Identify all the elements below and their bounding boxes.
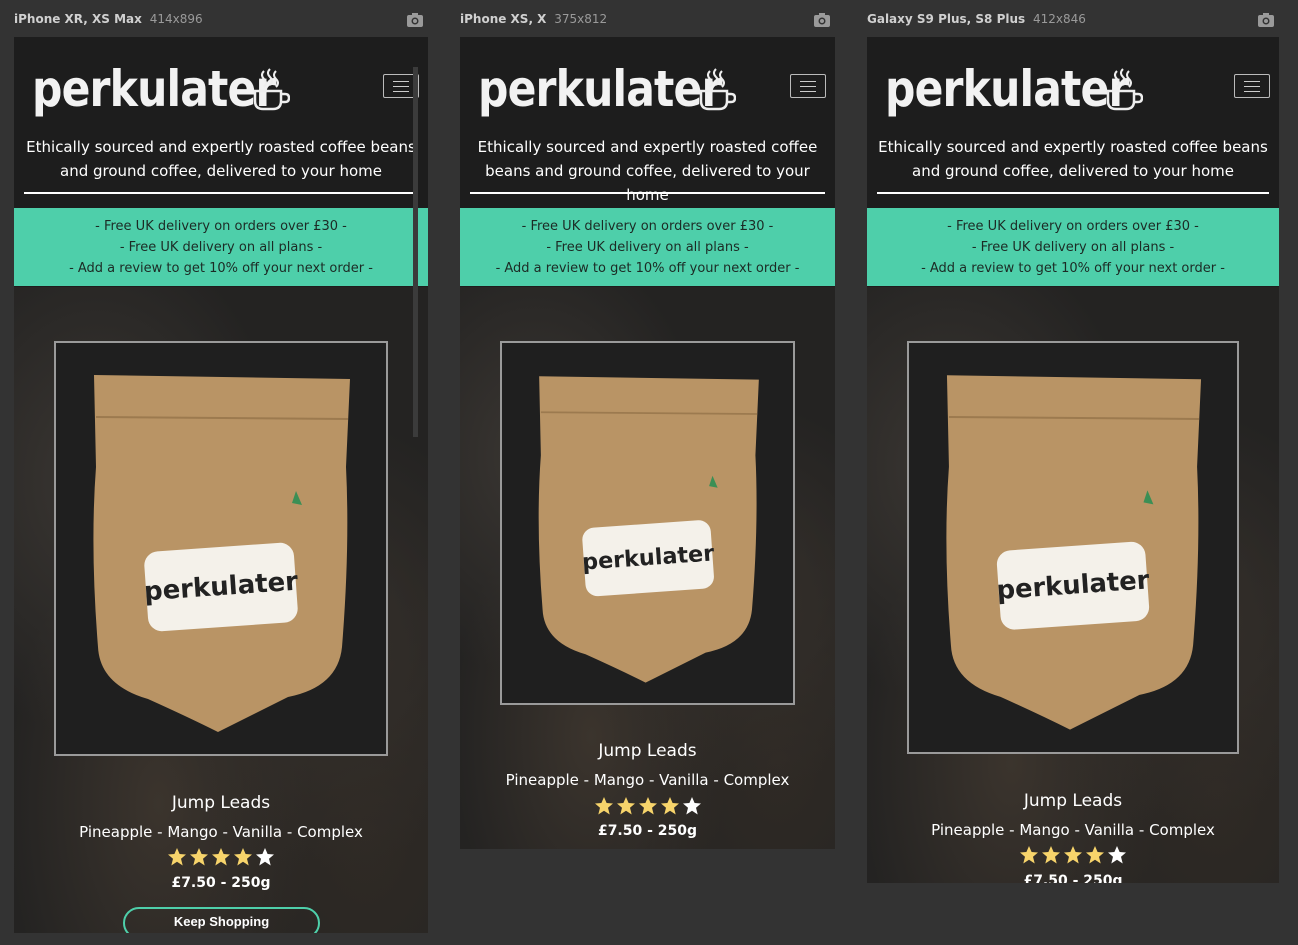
promo-line: - Add a review to get 10% off your next … [69, 261, 373, 276]
hamburger-menu-icon[interactable] [1234, 74, 1270, 98]
star-icon [1020, 846, 1038, 864]
star-icon [1064, 846, 1082, 864]
star-icon [168, 848, 186, 866]
device-size: 412x846 [1033, 12, 1086, 26]
star-icon [638, 797, 657, 815]
device-size: 414x896 [149, 12, 203, 26]
hamburger-menu-icon[interactable] [790, 74, 826, 98]
product-tasting-notes: Pineapple - Mango - Vanilla - Complex [931, 821, 1215, 839]
star-icon [256, 848, 274, 866]
coffee-cup-icon [1106, 68, 1143, 111]
site-header: perkulater Ethically sourced and expertl… [867, 37, 1279, 207]
divider [24, 192, 416, 194]
star-icon [616, 797, 635, 815]
camera-icon[interactable] [813, 12, 831, 28]
camera-icon[interactable] [1257, 12, 1275, 28]
promo-line: - Free UK delivery on all plans - [971, 240, 1175, 255]
promo-line: - Free UK delivery on all plans - [119, 240, 323, 255]
star-icon [1086, 846, 1104, 864]
device-screen: perkulater Ethically sourced and expertl… [867, 37, 1279, 883]
device-name: iPhone XR, XS Max [14, 12, 142, 26]
star-icon [660, 797, 679, 815]
promo-line: - Add a review to get 10% off your next … [495, 261, 800, 276]
device-label: iPhone XR, XS Max 414x896 [14, 12, 203, 30]
product-name[interactable]: Jump Leads [14, 793, 428, 813]
product-rating [14, 847, 428, 867]
coffee-cup-icon [699, 68, 736, 111]
site-tagline: Ethically sourced and expertly roasted c… [26, 138, 416, 180]
keep-shopping-button[interactable]: Keep Shopping [123, 907, 320, 933]
product-image-frame[interactable]: perkulater [907, 341, 1239, 754]
scrollbar[interactable] [413, 67, 418, 437]
promo-banner: - Free UK delivery on orders over £30 - … [867, 208, 1279, 286]
product-price: £7.50 - 250g [171, 875, 271, 891]
site-logo[interactable]: perkulater [885, 59, 1129, 119]
star-icon [190, 848, 208, 866]
camera-icon[interactable] [406, 12, 424, 28]
star-icon [1108, 846, 1126, 864]
divider [470, 192, 825, 194]
promo-line: - Free UK delivery on orders over £30 - [95, 219, 347, 234]
site-logo[interactable]: perkulater [32, 59, 276, 119]
site-logo[interactable]: perkulater [478, 59, 722, 119]
device-screen: perkulater Ethically sourced and expertl… [14, 37, 428, 933]
product-name[interactable]: Jump Leads [867, 791, 1279, 811]
promo-line: - Free UK delivery on orders over £30 - [947, 219, 1199, 234]
device-size: 375x812 [554, 12, 608, 26]
star-icon [594, 797, 613, 815]
product-price: £7.50 - 250g [1023, 873, 1123, 883]
promo-banner: - Free UK delivery on orders over £30 - … [14, 208, 428, 286]
star-icon [682, 797, 701, 815]
coffee-bag-image: perkulater [538, 376, 759, 683]
product-name[interactable]: Jump Leads [460, 741, 835, 761]
promo-line: - Add a review to get 10% off your next … [921, 261, 1225, 276]
product-tasting-notes: Pineapple - Mango - Vanilla - Complex [79, 823, 363, 841]
site-tagline: Ethically sourced and expertly roasted c… [477, 138, 818, 204]
device-name: Galaxy S9 Plus, S8 Plus [867, 12, 1026, 26]
divider [877, 192, 1269, 194]
promo-banner: - Free UK delivery on orders over £30 - … [460, 208, 835, 286]
product-price: £7.50 - 250g [597, 823, 698, 839]
coffee-bag-image: perkulater [93, 375, 350, 732]
star-icon [234, 848, 252, 866]
site-tagline: Ethically sourced and expertly roasted c… [878, 138, 1268, 180]
coffee-bag-image: perkulater [946, 375, 1202, 730]
site-header: perkulater Ethically sourced and expertl… [14, 37, 428, 207]
star-icon [212, 848, 230, 866]
product-image-frame[interactable]: perkulater [500, 341, 795, 705]
star-icon [1042, 846, 1060, 864]
promo-line: - Free UK delivery on orders over £30 - [521, 219, 774, 234]
product-image-frame[interactable]: perkulater [54, 341, 388, 756]
device-label: Galaxy S9 Plus, S8 Plus 412x846 [867, 12, 1086, 30]
product-rating [867, 845, 1279, 865]
promo-line: - Free UK delivery on all plans - [546, 240, 749, 255]
device-screen: perkulater Ethically sourced and expertl… [460, 37, 835, 849]
site-header: perkulater Ethically sourced and expertl… [460, 37, 835, 207]
device-label: iPhone XS, X 375x812 [460, 12, 607, 30]
device-name: iPhone XS, X [460, 12, 547, 26]
coffee-cup-icon [253, 68, 290, 111]
product-tasting-notes: Pineapple - Mango - Vanilla - Complex [505, 771, 790, 789]
product-rating [460, 796, 835, 816]
